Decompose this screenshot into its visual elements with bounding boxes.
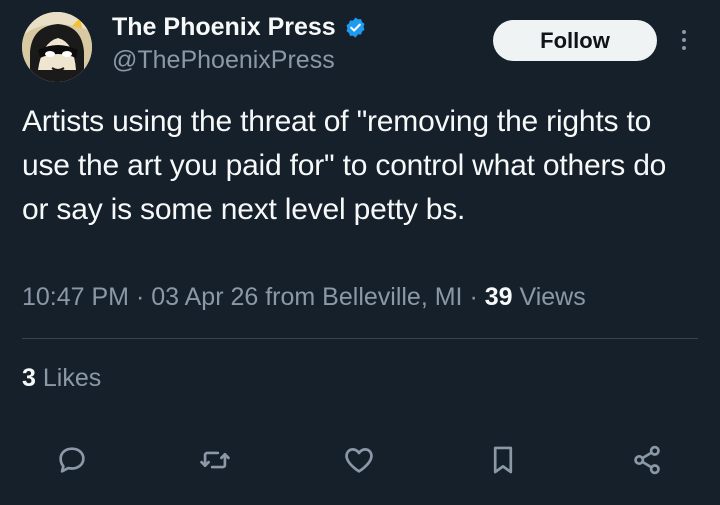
likes-count: 3 — [22, 364, 36, 392]
cartoon-avatar-icon — [22, 12, 92, 82]
author-names: The Phoenix Press @ThePhoenixPress — [112, 10, 367, 75]
dot — [682, 30, 686, 34]
follow-button[interactable]: Follow — [493, 20, 657, 61]
share-button[interactable] — [627, 438, 667, 482]
speech-bubble-icon — [59, 447, 85, 473]
heart-icon — [345, 448, 373, 473]
dot — [682, 46, 686, 50]
action-bar — [0, 438, 720, 482]
tweet-card: The Phoenix Press @ThePhoenixPress Follo… — [0, 0, 720, 505]
divider — [22, 338, 698, 339]
like-button[interactable] — [339, 438, 379, 482]
bookmark-icon — [493, 446, 513, 474]
repost-arrows-icon — [200, 451, 230, 469]
reply-button[interactable] — [52, 438, 92, 482]
meta-separator: · — [469, 283, 478, 311]
tweet-text: Artists using the threat of "removing th… — [22, 105, 667, 226]
tweet-date[interactable]: 03 Apr 26 — [151, 283, 258, 311]
share-nodes-icon — [634, 445, 660, 475]
tweet-header: The Phoenix Press @ThePhoenixPress Follo… — [0, 0, 720, 90]
tweet-location: from Belleville, MI — [265, 283, 463, 311]
verified-badge-icon[interactable] — [344, 16, 367, 39]
author-handle[interactable]: @ThePhoenixPress — [112, 46, 367, 75]
bookmark-button[interactable] — [483, 438, 523, 482]
repost-button[interactable] — [195, 438, 235, 482]
display-name[interactable]: The Phoenix Press — [112, 13, 336, 42]
vertical-dots-icon[interactable] — [672, 22, 696, 58]
dot — [682, 38, 686, 42]
meta-separator: · — [135, 283, 145, 311]
avatar[interactable] — [22, 12, 92, 82]
views-count: 39 — [484, 283, 513, 311]
views-label: Views — [519, 283, 586, 311]
likes-label: Likes — [42, 364, 102, 392]
likes-summary[interactable]: 3 Likes — [22, 364, 101, 393]
display-name-row: The Phoenix Press — [112, 10, 367, 44]
tweet-time[interactable]: 10:47 PM — [22, 283, 129, 311]
tweet-meta: 10:47 PM · 03 Apr 26 from Belleville, MI… — [22, 283, 586, 312]
